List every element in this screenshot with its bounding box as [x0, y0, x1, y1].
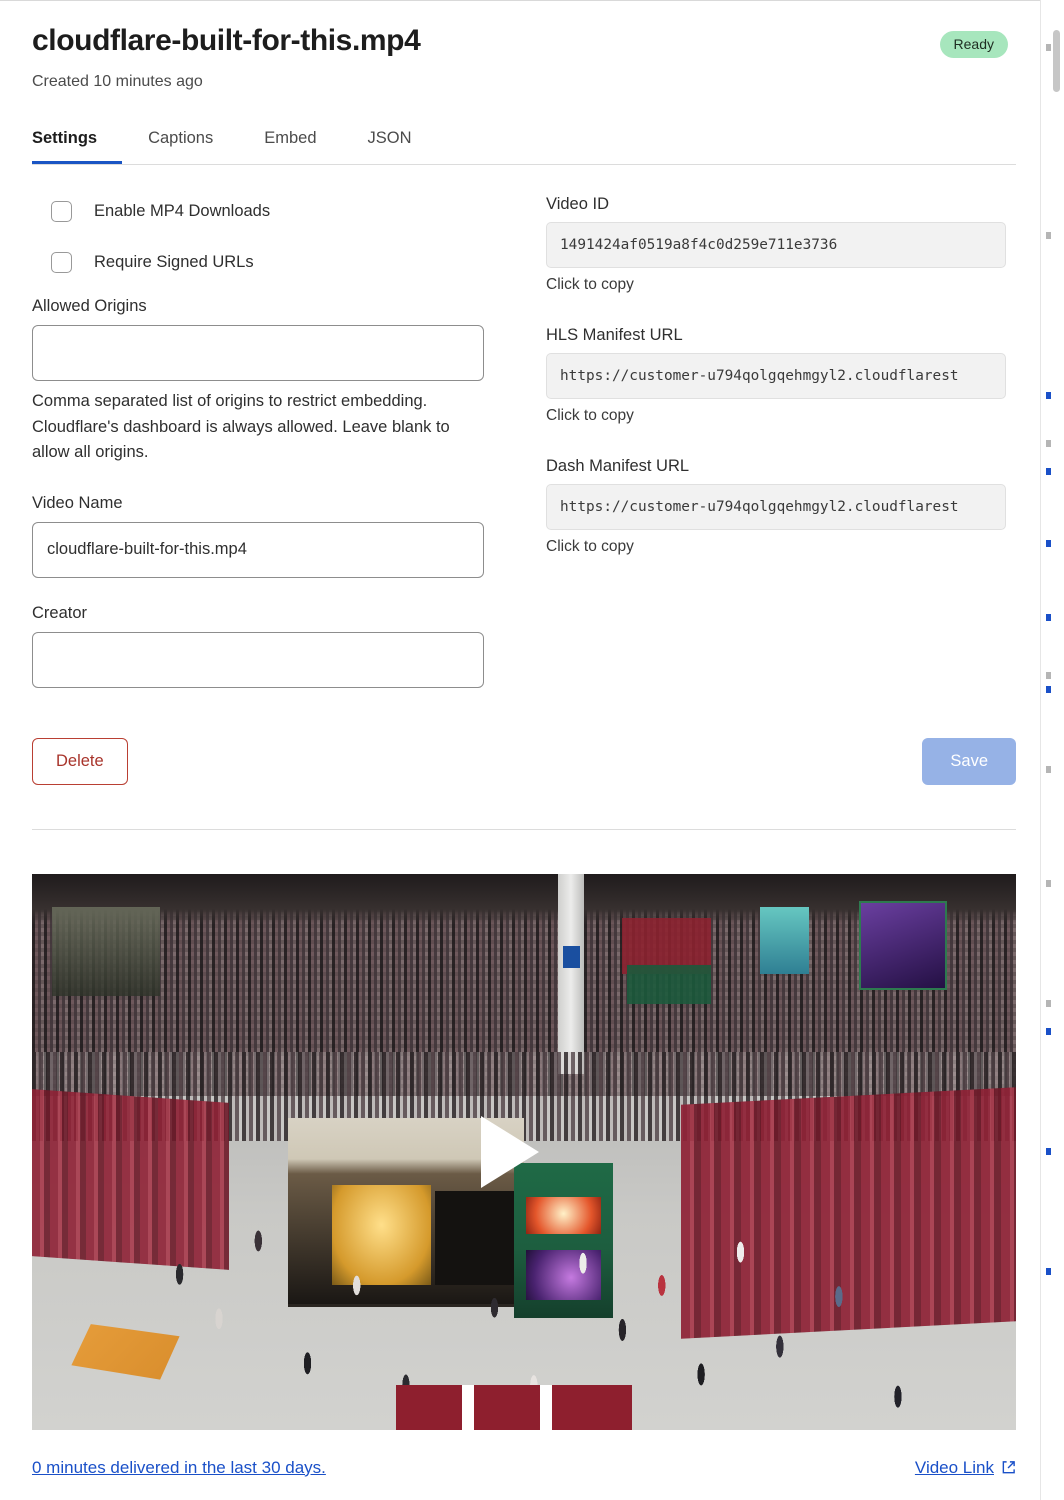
peek-item-8 [1046, 672, 1051, 679]
settings-form: Enable MP4 Downloads Require Signed URLs… [32, 195, 1016, 714]
allowed-origins-label: Allowed Origins [32, 297, 147, 315]
analytics-link[interactable]: 0 minutes delivered in the last 30 days. [32, 1458, 326, 1478]
video-id-group: Video ID 1491424af0519a8f4c0d259e711e373… [546, 195, 1016, 294]
video-name-group: Video Name [32, 494, 502, 578]
peek-item-7 [1046, 614, 1051, 621]
hls-manifest-copy-box[interactable]: https://customer-u794qolgqehmgyl2.cloudf… [546, 353, 1006, 399]
peek-item-3 [1046, 392, 1051, 399]
require-signed-urls-label: Require Signed URLs [94, 252, 254, 271]
peek-item-5 [1046, 468, 1051, 475]
created-timestamp: Created 10 minutes ago [32, 73, 203, 90]
tab-bar: Settings Captions Embed JSON [32, 129, 1016, 165]
page-scrollbar-thumb[interactable] [1053, 30, 1060, 92]
tab-embed[interactable]: Embed [264, 129, 341, 164]
peek-item-10 [1046, 766, 1051, 773]
footer-links: 0 minutes delivered in the last 30 days.… [32, 1458, 1016, 1478]
hls-manifest-value: https://customer-u794qolgqehmgyl2.cloudf… [560, 368, 959, 384]
dash-manifest-label: Dash Manifest URL [546, 457, 690, 475]
enable-mp4-downloads-label: Enable MP4 Downloads [94, 201, 271, 220]
enable-mp4-downloads-checkbox[interactable] [51, 200, 72, 222]
peek-item-13 [1046, 1028, 1051, 1035]
peek-item-11 [1046, 880, 1051, 887]
peek-item-12 [1046, 1000, 1051, 1007]
video-link[interactable]: Video Link [915, 1458, 1016, 1478]
enable-mp4-downloads-row[interactable]: Enable MP4 Downloads [32, 195, 502, 227]
video-id-copy-box[interactable]: 1491424af0519a8f4c0d259e711e3736 [546, 222, 1006, 268]
allowed-origins-group: Allowed Origins Comma separated list of … [32, 297, 502, 466]
dash-manifest-group: Dash Manifest URL https://customer-u794q… [546, 457, 1016, 556]
external-link-icon [1001, 1460, 1016, 1475]
play-triangle-icon[interactable] [481, 1115, 539, 1188]
hls-manifest-copy-hint: Click to copy [546, 407, 634, 424]
page-scrollbar-track[interactable] [1053, 0, 1062, 1500]
peek-item-1 [1046, 44, 1051, 51]
video-id-label: Video ID [546, 195, 609, 213]
peek-item-9 [1046, 686, 1051, 693]
video-link-label: Video Link [914, 1457, 994, 1477]
creator-label: Creator [32, 603, 88, 622]
dash-manifest-copy-box[interactable]: https://customer-u794qolgqehmgyl2.cloudf… [546, 484, 1006, 530]
right-edge-peek [1040, 0, 1064, 1500]
settings-right-column: Video ID 1491424af0519a8f4c0d259e711e373… [546, 195, 1016, 714]
video-preview-player[interactable] [32, 873, 1016, 1430]
section-divider [32, 828, 1016, 830]
video-name-label: Video Name [32, 493, 123, 512]
require-signed-urls-checkbox[interactable] [51, 251, 72, 273]
peek-item-2 [1046, 232, 1051, 239]
settings-left-column: Enable MP4 Downloads Require Signed URLs… [32, 195, 502, 714]
require-signed-urls-row[interactable]: Require Signed URLs [32, 246, 502, 278]
video-name-input[interactable] [32, 521, 484, 578]
creator-group: Creator [32, 604, 502, 688]
dash-manifest-copy-hint: Click to copy [546, 538, 634, 555]
peek-item-4 [1046, 440, 1051, 447]
delete-button[interactable]: Delete [32, 737, 128, 785]
creator-input[interactable] [32, 631, 484, 688]
dash-manifest-value: https://customer-u794qolgqehmgyl2.cloudf… [560, 499, 959, 515]
peek-item-6 [1046, 540, 1051, 547]
video-id-value: 1491424af0519a8f4c0d259e711e3736 [560, 237, 838, 253]
video-id-copy-hint: Click to copy [546, 276, 634, 293]
allowed-origins-input[interactable] [32, 325, 484, 381]
status-badge: Ready [939, 31, 1008, 58]
page-header: cloudflare-built-for-this.mp4 Ready [32, 1, 1016, 59]
page-title: cloudflare-built-for-this.mp4 [32, 24, 421, 57]
hls-manifest-label: HLS Manifest URL [546, 326, 683, 344]
floor-banners [396, 1385, 633, 1430]
save-button[interactable]: Save [922, 737, 1016, 785]
tab-captions[interactable]: Captions [148, 129, 238, 164]
peek-item-15 [1046, 1268, 1051, 1275]
tab-settings[interactable]: Settings [32, 129, 123, 164]
form-actions: Delete Save [32, 737, 1016, 785]
peek-item-14 [1046, 1148, 1051, 1155]
allowed-origins-help: Comma separated list of origins to restr… [32, 392, 450, 462]
tab-json[interactable]: JSON [368, 129, 437, 164]
hls-manifest-group: HLS Manifest URL https://customer-u794qo… [546, 326, 1016, 425]
video-details-page: cloudflare-built-for-this.mp4 Ready Crea… [0, 0, 1040, 1500]
